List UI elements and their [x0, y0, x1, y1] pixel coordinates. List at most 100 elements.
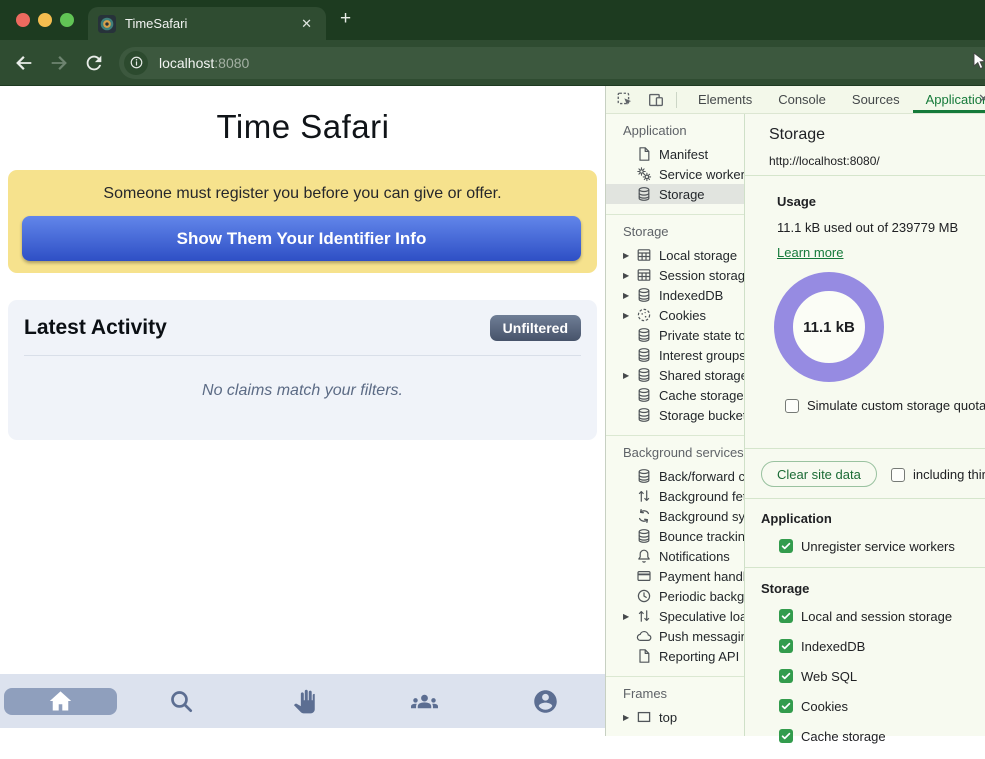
devtools-tab-application[interactable]: Application — [913, 86, 985, 113]
expand-arrow-icon[interactable]: ▶ — [623, 271, 636, 280]
tree-item-label: Interest groups — [659, 348, 745, 363]
tree-section-frames: Frames▶top — [606, 677, 744, 736]
show-identifier-info-button[interactable]: Show Them Your Identifier Info — [22, 216, 581, 261]
tab-close-icon[interactable]: ✕ — [297, 14, 316, 34]
tree-item-label: Session storage — [659, 268, 745, 283]
back-icon[interactable] — [13, 52, 35, 74]
new-tab-button[interactable]: + — [340, 8, 351, 30]
tree-item-label: Local storage — [659, 248, 737, 263]
updown-icon — [636, 608, 652, 624]
check-row-local-and-session-storage: Local and session storage — [779, 609, 952, 623]
devtools-close-icon[interactable]: ✕ — [978, 91, 985, 107]
tree-item-interest-groups[interactable]: Interest groups — [606, 345, 744, 365]
tree-item-storage[interactable]: Storage — [606, 184, 744, 204]
inspect-element-icon[interactable] — [616, 91, 634, 109]
expand-arrow-icon[interactable]: ▶ — [623, 311, 636, 320]
close-window-button[interactable] — [16, 13, 30, 27]
tree-item-label: Periodic background sync — [659, 589, 745, 604]
browser-toolbar: localhost:8080 — [0, 40, 985, 86]
devtools-tab-console[interactable]: Console — [765, 86, 839, 113]
tree-item-indexeddb[interactable]: ▶IndexedDB — [606, 285, 744, 305]
database-icon — [636, 327, 652, 343]
checkbox-local-and-session-storage[interactable] — [779, 609, 793, 623]
people-icon — [411, 688, 438, 715]
third-party-cookies-checkbox[interactable] — [891, 468, 905, 482]
expand-arrow-icon[interactable]: ▶ — [623, 371, 636, 380]
tree-item-label: Background sync — [659, 509, 745, 524]
nav-profile-button[interactable] — [485, 674, 606, 728]
third-party-cookies-label: including third-party cookies — [913, 467, 985, 482]
nav-contacts-button[interactable] — [364, 674, 485, 728]
tree-item-private-state-tokens[interactable]: Private state tokens — [606, 325, 744, 345]
toolbar-separator — [676, 92, 677, 108]
tree-item-back-forward-cache[interactable]: Back/forward cache — [606, 466, 744, 486]
checkbox-cookies[interactable] — [779, 699, 793, 713]
devtools-sidebar-tree: ApplicationManifestService workersStorag… — [606, 114, 745, 736]
bottom-navigation — [0, 674, 606, 728]
expand-arrow-icon[interactable]: ▶ — [623, 612, 636, 621]
minimize-window-button[interactable] — [38, 13, 52, 27]
file-icon — [636, 648, 652, 664]
simulate-quota-checkbox[interactable] — [785, 399, 799, 413]
learn-more-link[interactable]: Learn more — [777, 245, 843, 260]
tree-section-title: Application — [606, 120, 744, 142]
registration-alert: Someone must register you before you can… — [8, 170, 597, 273]
tree-item-label: Notifications — [659, 549, 730, 564]
tree-item-label: Reporting API — [659, 649, 739, 664]
checkbox-unregister-service-workers[interactable] — [779, 539, 793, 553]
profile-icon — [532, 688, 559, 715]
tree-item-cookies[interactable]: ▶Cookies — [606, 305, 744, 325]
tree-item-background-sync[interactable]: Background sync — [606, 506, 744, 526]
nav-projects-button[interactable] — [242, 674, 363, 728]
tree-item-periodic-background-sync[interactable]: Periodic background sync — [606, 586, 744, 606]
expand-arrow-icon[interactable]: ▶ — [623, 713, 636, 722]
tree-item-manifest[interactable]: Manifest — [606, 144, 744, 164]
devtools-tab-elements[interactable]: Elements — [685, 86, 765, 113]
tree-item-speculative-loads[interactable]: ▶Speculative loads — [606, 606, 744, 626]
tree-item-background-fetch[interactable]: Background fetch — [606, 486, 744, 506]
forward-icon[interactable] — [48, 52, 70, 74]
simulate-quota-row: Simulate custom storage quota — [785, 398, 985, 413]
home-icon — [47, 688, 74, 715]
tree-section-title: Background services — [606, 442, 744, 464]
tree-item-storage-buckets[interactable]: Storage buckets — [606, 405, 744, 425]
check-row-unregister-service-workers: Unregister service workers — [779, 539, 955, 553]
tree-item-notifications[interactable]: Notifications — [606, 546, 744, 566]
pane-divider — [745, 448, 985, 449]
expand-arrow-icon[interactable]: ▶ — [623, 251, 636, 260]
tree-item-payment-handler[interactable]: Payment handler — [606, 566, 744, 586]
tree-item-session-storage[interactable]: ▶ Session storage — [606, 265, 744, 285]
clear-site-data-button[interactable]: Clear site data — [761, 461, 877, 487]
devtools-tab-bar: ElementsConsoleSourcesApplication ✕ — [606, 86, 985, 114]
tree-item-service-workers[interactable]: Service workers — [606, 164, 744, 184]
tree-item-bounce-tracking-mitigations[interactable]: Bounce tracking mitigations — [606, 526, 744, 546]
tree-item-label: Payment handler — [659, 569, 745, 584]
tree-item-reporting-api[interactable]: Reporting API — [606, 646, 744, 666]
pane-divider — [745, 498, 985, 499]
tree-item-local-storage[interactable]: ▶ Local storage — [606, 245, 744, 265]
zoom-window-button[interactable] — [60, 13, 74, 27]
tree-item-label: Back/forward cache — [659, 469, 745, 484]
site-info-icon[interactable] — [124, 51, 148, 75]
checkbox-web-sql[interactable] — [779, 669, 793, 683]
tree-item-cache-storage[interactable]: Cache storage — [606, 385, 744, 405]
device-toolbar-icon[interactable] — [647, 91, 665, 109]
alert-message: Someone must register you before you can… — [8, 170, 597, 203]
tree-item-top[interactable]: ▶top — [606, 707, 744, 727]
tree-section-application: ApplicationManifestService workersStorag… — [606, 114, 744, 215]
checkbox-indexeddb[interactable] — [779, 639, 793, 653]
tree-item-shared-storage[interactable]: ▶Shared storage — [606, 365, 744, 385]
tree-item-push-messaging[interactable]: Push messaging — [606, 626, 744, 646]
tree-item-label: Storage buckets — [659, 408, 745, 423]
nav-home-button[interactable] — [4, 688, 117, 715]
nav-search-button[interactable] — [121, 674, 242, 728]
reload-icon[interactable] — [83, 52, 105, 74]
third-party-cookies-row: including third-party cookies — [891, 467, 985, 482]
checkbox-cache-storage[interactable] — [779, 729, 793, 743]
expand-arrow-icon[interactable]: ▶ — [623, 291, 636, 300]
browser-tab[interactable]: TimeSafari ✕ — [88, 7, 326, 40]
url-bar[interactable]: localhost:8080 — [119, 47, 985, 79]
devtools-tab-sources[interactable]: Sources — [839, 86, 913, 113]
checkbox-label: Cookies — [801, 699, 848, 714]
unfiltered-button[interactable]: Unfiltered — [490, 315, 581, 341]
